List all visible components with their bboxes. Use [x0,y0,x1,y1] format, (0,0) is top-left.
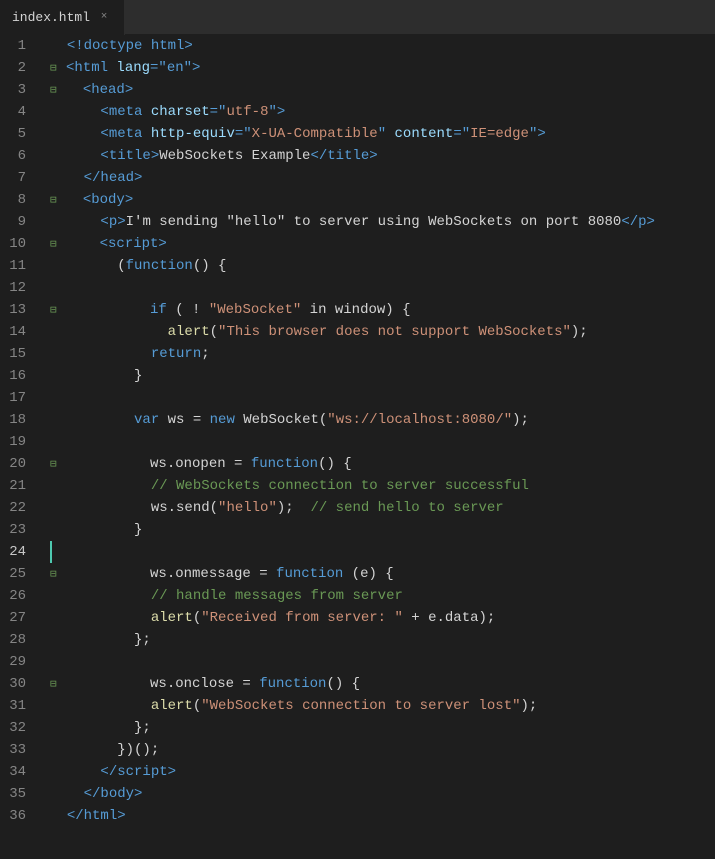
code-line-23: } [50,519,715,541]
code-line-10: ⊟ <script> [50,233,715,255]
line-num-30: 30 [0,673,34,695]
line-num-15: 15 [0,343,34,365]
code-line-33: })(); [50,739,715,761]
code-line-18: var ws = new WebSocket("ws://localhost:8… [50,409,715,431]
line-num-16: 16 [0,365,34,387]
line-num-18: 18 [0,409,34,431]
code-line-26: // handle messages from server [50,585,715,607]
line-num-29: 29 [0,651,34,673]
editor-area: 1 2 3 4 5 6 7 8 9 10 11 12 13 14 15 16 1… [0,35,715,827]
line-num-13: 13 [0,299,34,321]
code-line-1: <!doctype html> [50,35,715,57]
line-num-36: 36 [0,805,34,827]
code-line-30: ⊟ ws.onclose = function() { [50,673,715,695]
code-line-14: alert("This browser does not support Web… [50,321,715,343]
code-line-20: ⊟ ws.onopen = function() { [50,453,715,475]
code-line-13: ⊟ if ( ! "WebSocket" in window) { [50,299,715,321]
code-line-27: alert("Received from server: " + e.data)… [50,607,715,629]
line-num-8: 8 [0,189,34,211]
code-line-16: } [50,365,715,387]
code-line-21: // WebSockets connection to server succe… [50,475,715,497]
line-num-27: 27 [0,607,34,629]
tab-bar: index.html × [0,0,715,35]
code-line-15: return; [50,343,715,365]
line-num-34: 34 [0,761,34,783]
line-num-7: 7 [0,167,34,189]
code-line-22: ws.send("hello"); // send hello to serve… [50,497,715,519]
code-line-34: </script> [50,761,715,783]
code-line-32: }; [50,717,715,739]
tab-close-button[interactable]: × [96,9,112,25]
line-num-11: 11 [0,255,34,277]
line-num-9: 9 [0,211,34,233]
line-num-1: 1 [0,35,34,57]
tab-index-html[interactable]: index.html × [0,0,125,35]
line-num-32: 32 [0,717,34,739]
line-num-35: 35 [0,783,34,805]
line-numbers: 1 2 3 4 5 6 7 8 9 10 11 12 13 14 15 16 1… [0,35,42,827]
code-line-12 [50,277,715,299]
line-num-28: 28 [0,629,34,651]
code-content[interactable]: <!doctype html> ⊟<html lang="en"> ⊟ <hea… [42,35,715,827]
code-line-19 [50,431,715,453]
code-container: 1 2 3 4 5 6 7 8 9 10 11 12 13 14 15 16 1… [0,35,715,827]
code-line-17 [50,387,715,409]
line-num-19: 19 [0,431,34,453]
line-num-4: 4 [0,101,34,123]
code-line-9: <p>I'm sending "hello" to server using W… [50,211,715,233]
code-line-6: <title>WebSockets Example</title> [50,145,715,167]
line-num-3: 3 [0,79,34,101]
line-num-20: 20 [0,453,34,475]
code-line-7: </head> [50,167,715,189]
code-line-4: <meta charset="utf-8"> [50,101,715,123]
code-line-29 [50,651,715,673]
code-line-11: (function() { [50,255,715,277]
code-line-35: </body> [50,783,715,805]
code-line-24[interactable] [50,541,715,563]
line-num-24: 24 [0,541,34,563]
code-line-28: }; [50,629,715,651]
line-num-14: 14 [0,321,34,343]
line-num-5: 5 [0,123,34,145]
line-num-10: 10 [0,233,34,255]
code-line-5: <meta http-equiv="X-UA-Compatible" conte… [50,123,715,145]
line-num-33: 33 [0,739,34,761]
code-line-3: ⊟ <head> [50,79,715,101]
line-num-31: 31 [0,695,34,717]
line-num-2: 2 [0,57,34,79]
line-num-22: 22 [0,497,34,519]
line-num-21: 21 [0,475,34,497]
line-num-17: 17 [0,387,34,409]
code-line-36: </html> [50,805,715,827]
code-line-2: ⊟<html lang="en"> [50,57,715,79]
line-num-25: 25 [0,563,34,585]
code-line-25: ⊟ ws.onmessage = function (e) { [50,563,715,585]
line-num-6: 6 [0,145,34,167]
line-num-12: 12 [0,277,34,299]
line-num-26: 26 [0,585,34,607]
code-line-31: alert("WebSockets connection to server l… [50,695,715,717]
tab-filename: index.html [12,10,90,25]
code-line-8: ⊟ <body> [50,189,715,211]
line-num-23: 23 [0,519,34,541]
